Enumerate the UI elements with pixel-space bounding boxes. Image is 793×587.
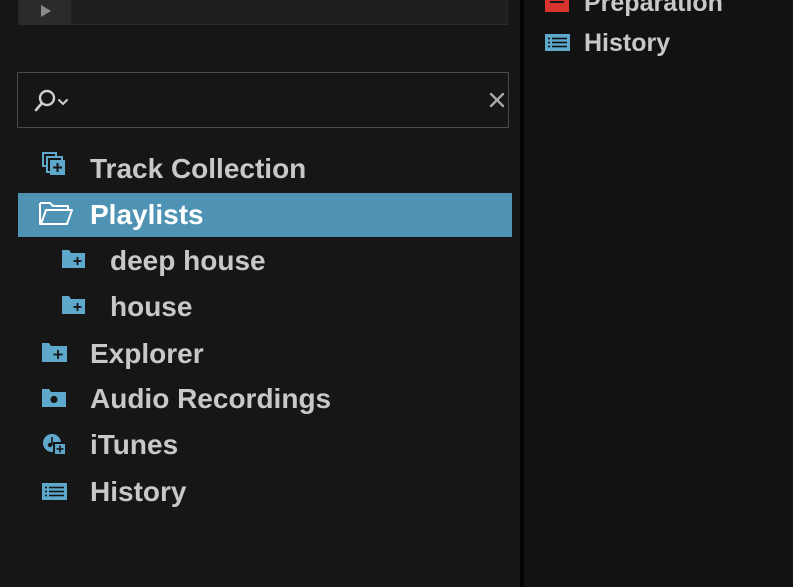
search-icon[interactable] bbox=[30, 87, 74, 115]
tree-item-label: deep house bbox=[110, 245, 266, 276]
search-input[interactable] bbox=[82, 83, 476, 119]
tree-item-label: Playlists bbox=[90, 199, 204, 230]
play-icon bbox=[41, 5, 51, 17]
track-collection-icon bbox=[42, 152, 65, 175]
tree-item-label: house bbox=[110, 291, 193, 322]
tree-item-playlists[interactable]: Playlists bbox=[18, 193, 512, 237]
play-button[interactable] bbox=[19, 0, 71, 24]
tree-item-itunes[interactable]: iTunes bbox=[18, 423, 512, 467]
preparation-icon bbox=[545, 0, 569, 12]
tree-item-track-collection[interactable]: Track Collection bbox=[18, 147, 512, 191]
history-icon bbox=[42, 483, 67, 500]
tree-item-label: History bbox=[90, 476, 187, 507]
tree-item-deep-house[interactable]: deep house bbox=[18, 239, 512, 283]
content-panel: Preparation History bbox=[524, 0, 793, 587]
tree-item-label: Track Collection bbox=[90, 153, 307, 184]
history-icon bbox=[545, 34, 570, 51]
search-box[interactable] bbox=[17, 72, 509, 128]
explorer-icon bbox=[42, 343, 67, 362]
tree-item-label: Audio Recordings bbox=[90, 383, 332, 414]
audio-recordings-icon bbox=[42, 389, 66, 407]
tree-item-audio-recordings[interactable]: Audio Recordings bbox=[18, 377, 512, 421]
player-strip bbox=[18, 0, 508, 25]
browser-panel: Track Collection Playlists deep house ho… bbox=[0, 0, 520, 587]
tree-item-history[interactable]: History bbox=[18, 470, 512, 514]
clear-search-icon[interactable] bbox=[488, 91, 506, 109]
folder-open-icon bbox=[39, 202, 73, 225]
tree-item-explorer[interactable]: Explorer bbox=[18, 332, 512, 376]
tree-item-label: iTunes bbox=[90, 429, 179, 460]
right-item-label: History bbox=[584, 29, 671, 57]
itunes-icon bbox=[43, 434, 66, 455]
right-item-label: Preparation bbox=[584, 0, 723, 17]
tree-item-label: Explorer bbox=[90, 338, 204, 369]
playlist-icon bbox=[62, 250, 85, 268]
tree-item-house[interactable]: house bbox=[18, 285, 512, 329]
playlist-icon bbox=[62, 296, 85, 314]
